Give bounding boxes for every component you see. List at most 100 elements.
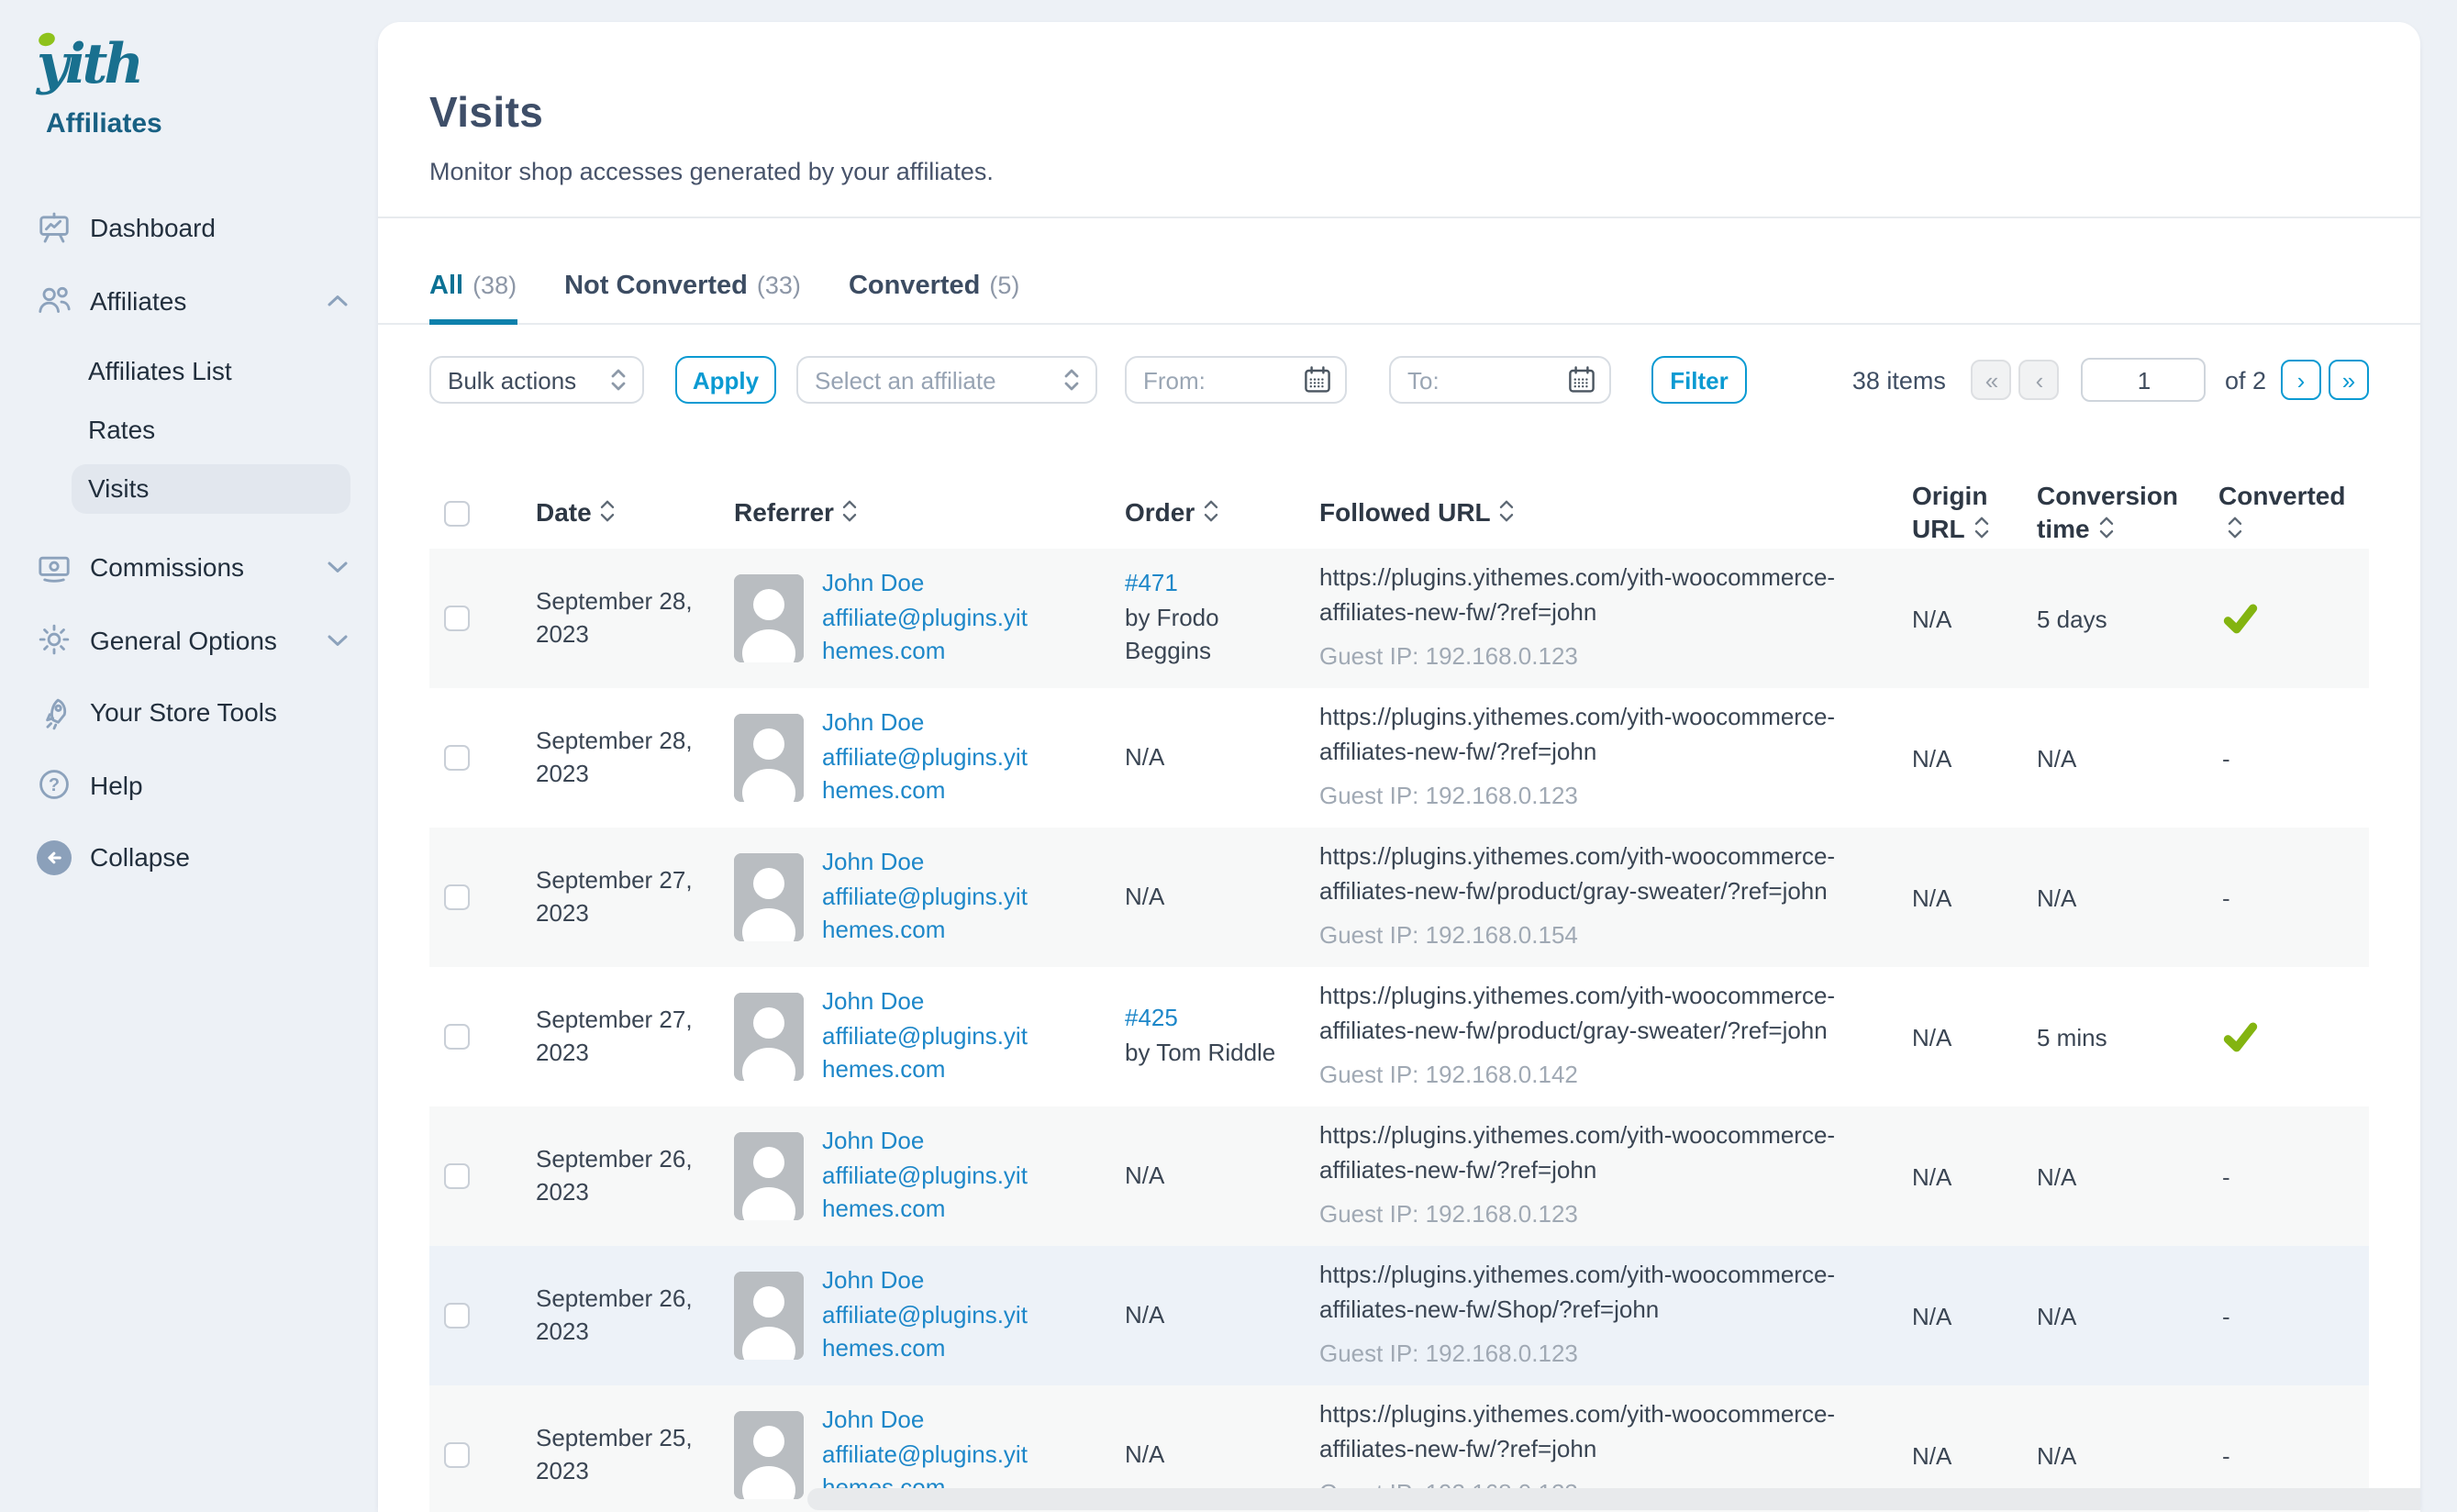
followed-url-cell: https://plugins.yithemes.com/yith-woocom… [1319, 839, 1912, 954]
converted-cell: - [2218, 1441, 2376, 1469]
help-icon: ? [37, 767, 72, 802]
tab-all[interactable]: All(38) [429, 272, 517, 325]
sidebar-item-affiliates[interactable]: Affiliates [37, 278, 349, 322]
origin-url: N/A [1912, 1023, 2037, 1051]
bulk-actions-select[interactable]: Bulk actions [429, 356, 644, 404]
calendar-icon[interactable] [1303, 365, 1332, 395]
tab-label: Converted [849, 272, 980, 301]
select-all-checkbox[interactable] [444, 501, 470, 527]
table-row: September 27, 2023 John Doe affiliate@pl… [429, 967, 2369, 1106]
sort-icon[interactable] [2099, 515, 2114, 547]
referrer-email-link[interactable]: affiliate@plugins.yithemes.com [822, 740, 1039, 809]
sort-icon[interactable] [1974, 515, 1989, 547]
affiliate-select[interactable]: Select an affiliate [796, 356, 1097, 404]
row-checkbox-cell [429, 606, 536, 631]
sidebar-item-help[interactable]: ? Help [37, 762, 349, 806]
date-from-input[interactable] [1127, 364, 1288, 395]
sort-icon[interactable] [1204, 499, 1218, 531]
order-link[interactable]: #471 [1125, 566, 1301, 601]
referrer-name-link[interactable]: John Doe [822, 1124, 1039, 1159]
next-page-button[interactable]: › [2281, 360, 2321, 400]
column-header-origin-url[interactable]: Origin URL [1912, 481, 2037, 547]
sidebar-item-dashboard[interactable]: Dashboard [37, 206, 349, 250]
column-header-order[interactable]: Order [1125, 497, 1319, 531]
referrer-text: John Doe affiliate@plugins.yithemes.com [822, 566, 1039, 670]
last-page-button[interactable]: » [2329, 360, 2369, 400]
referrer-name-link[interactable]: John Doe [822, 845, 1039, 880]
row-checkbox[interactable] [444, 606, 470, 631]
column-header-date[interactable]: Date [536, 497, 734, 531]
row-checkbox[interactable] [444, 1442, 470, 1468]
referrer-email-link[interactable]: affiliate@plugins.yithemes.com [822, 1019, 1039, 1088]
referrer-email-link[interactable]: affiliate@plugins.yithemes.com [822, 601, 1039, 670]
visit-date: September 28, 2023 [536, 585, 734, 652]
tab-count: (5) [989, 272, 1019, 299]
date-to-input[interactable] [1391, 364, 1552, 395]
sidebar-item-your-store-tools[interactable]: Your Store Tools [37, 690, 349, 734]
table-row: September 28, 2023 John Doe affiliate@pl… [429, 688, 2369, 828]
sidebar-item-affiliates-list[interactable]: Affiliates List [72, 346, 350, 395]
current-page-input[interactable] [2082, 358, 2207, 402]
referrer-email-link[interactable]: affiliate@plugins.yithemes.com [822, 880, 1039, 949]
sort-icon[interactable] [843, 499, 858, 531]
guest-ip: Guest IP: 192.168.0.123 [1319, 781, 1883, 816]
avatar [734, 1132, 804, 1220]
sort-icon[interactable] [2228, 515, 2242, 547]
sidebar-item-rates[interactable]: Rates [72, 405, 350, 454]
column-header-converted[interactable]: Converted [2218, 481, 2376, 547]
sidebar-item-label: Affiliates List [88, 356, 232, 385]
affiliate-select-placeholder: Select an affiliate [815, 366, 996, 394]
horizontal-scrollbar[interactable] [807, 1488, 2420, 1510]
first-page-button[interactable]: « [1972, 360, 2012, 400]
row-checkbox[interactable] [444, 1303, 470, 1329]
followed-url-cell: https://plugins.yithemes.com/yith-woocom… [1319, 1118, 1912, 1233]
converted-cell: - [2218, 600, 2376, 637]
visit-date: September 28, 2023 [536, 725, 734, 792]
row-checkbox[interactable] [444, 745, 470, 771]
filter-button[interactable]: Filter [1651, 356, 1747, 404]
sidebar-item-label: Collapse [90, 842, 190, 872]
referrer-email-link[interactable]: affiliate@plugins.yithemes.com [822, 1298, 1039, 1367]
previous-page-button[interactable]: ‹ [2019, 360, 2060, 400]
tab-converted[interactable]: Converted (5) [849, 272, 1019, 325]
date-to-field [1389, 356, 1611, 404]
sidebar-item-label: Help [90, 770, 143, 799]
referrer-name-link[interactable]: John Doe [822, 1263, 1039, 1298]
column-header-referrer[interactable]: Referrer [734, 497, 1125, 531]
chevron-down-icon [327, 632, 349, 647]
column-header-followed-url[interactable]: Followed URL [1319, 497, 1912, 531]
followed-url: https://plugins.yithemes.com/yith-woocom… [1319, 561, 1883, 629]
column-header-conversion-time[interactable]: Conversion time [2037, 481, 2218, 547]
table-row: September 26, 2023 John Doe affiliate@pl… [429, 1246, 2369, 1385]
row-checkbox[interactable] [444, 1163, 470, 1189]
row-checkbox-cell [429, 1303, 536, 1329]
apply-button[interactable]: Apply [675, 356, 776, 404]
row-checkbox[interactable] [444, 1024, 470, 1050]
followed-url-cell: https://plugins.yithemes.com/yith-woocom… [1319, 561, 1912, 675]
sort-icon[interactable] [601, 499, 616, 531]
followed-url: https://plugins.yithemes.com/yith-woocom… [1319, 1397, 1883, 1466]
sidebar-item-general-options[interactable]: General Options [37, 617, 349, 662]
referrer-name-link[interactable]: John Doe [822, 566, 1039, 601]
converted-cell: - [2218, 1162, 2376, 1190]
order-link[interactable]: #425 [1125, 1002, 1301, 1037]
table-row: September 28, 2023 John Doe affiliate@pl… [429, 549, 2369, 688]
sidebar-item-label: Visits [88, 473, 149, 503]
chevron-up-icon [327, 293, 349, 307]
sidebar-item-collapse[interactable]: Collapse [37, 835, 349, 879]
converted-cell: - [2218, 744, 2376, 772]
calendar-icon[interactable] [1567, 365, 1596, 395]
referrer-email-link[interactable]: affiliate@plugins.yithemes.com [822, 1159, 1039, 1228]
sidebar-item-visits[interactable]: Visits [72, 463, 350, 513]
referrer-name-link[interactable]: John Doe [822, 984, 1039, 1019]
tab-not-converted[interactable]: Not Converted(33) [564, 272, 801, 325]
sort-icon[interactable] [1500, 499, 1515, 531]
page-title: Visits [429, 88, 2369, 138]
converted-dash: - [2222, 744, 2230, 772]
referrer-name-link[interactable]: John Doe [822, 706, 1039, 740]
row-checkbox[interactable] [444, 884, 470, 910]
order-byline: by Frodo Beggins [1125, 601, 1301, 670]
referrer-name-link[interactable]: John Doe [822, 1403, 1039, 1438]
avatar [734, 1272, 804, 1360]
sidebar-item-commissions[interactable]: Commissions [37, 545, 349, 589]
